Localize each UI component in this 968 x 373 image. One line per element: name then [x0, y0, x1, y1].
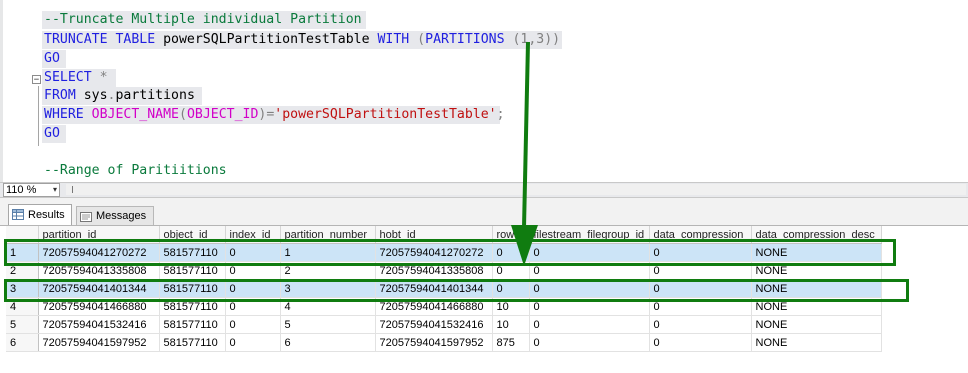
arrow-shaft	[522, 41, 530, 229]
arrow-head	[511, 225, 538, 266]
annotation-arrow	[511, 41, 538, 266]
